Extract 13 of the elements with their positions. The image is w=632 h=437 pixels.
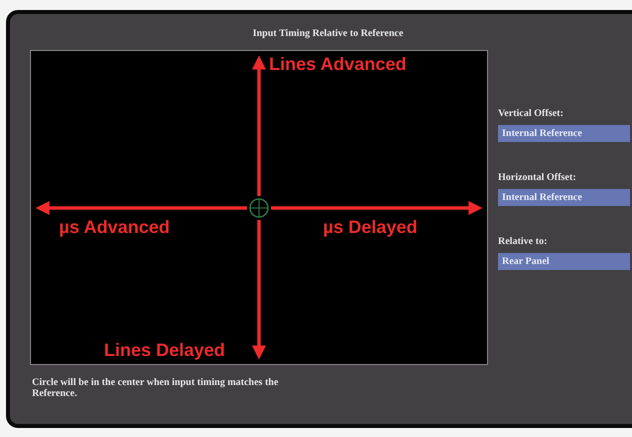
setting-label: Relative to: — [498, 236, 548, 247]
window-title: Input Timing Relative to Reference — [252, 28, 404, 39]
setting-label: Vertical Offset: — [498, 108, 564, 119]
axis-label: Lines Delayed — [104, 340, 226, 361]
setting-value[interactable]: Internal Reference — [498, 125, 630, 142]
axis-label: Lines Advanced — [269, 54, 406, 75]
setting-value[interactable]: Rear Panel — [498, 253, 630, 270]
crosshair-icon — [249, 198, 269, 218]
axis-label: µs Delayed — [323, 217, 418, 238]
setting-value[interactable]: Internal Reference — [498, 189, 630, 206]
setting-label: Horizontal Offset: — [498, 172, 578, 183]
axis-label: µs Advanced — [59, 217, 170, 238]
help-text: Circle will be in the center when input timing matches the Reference. — [32, 377, 280, 399]
